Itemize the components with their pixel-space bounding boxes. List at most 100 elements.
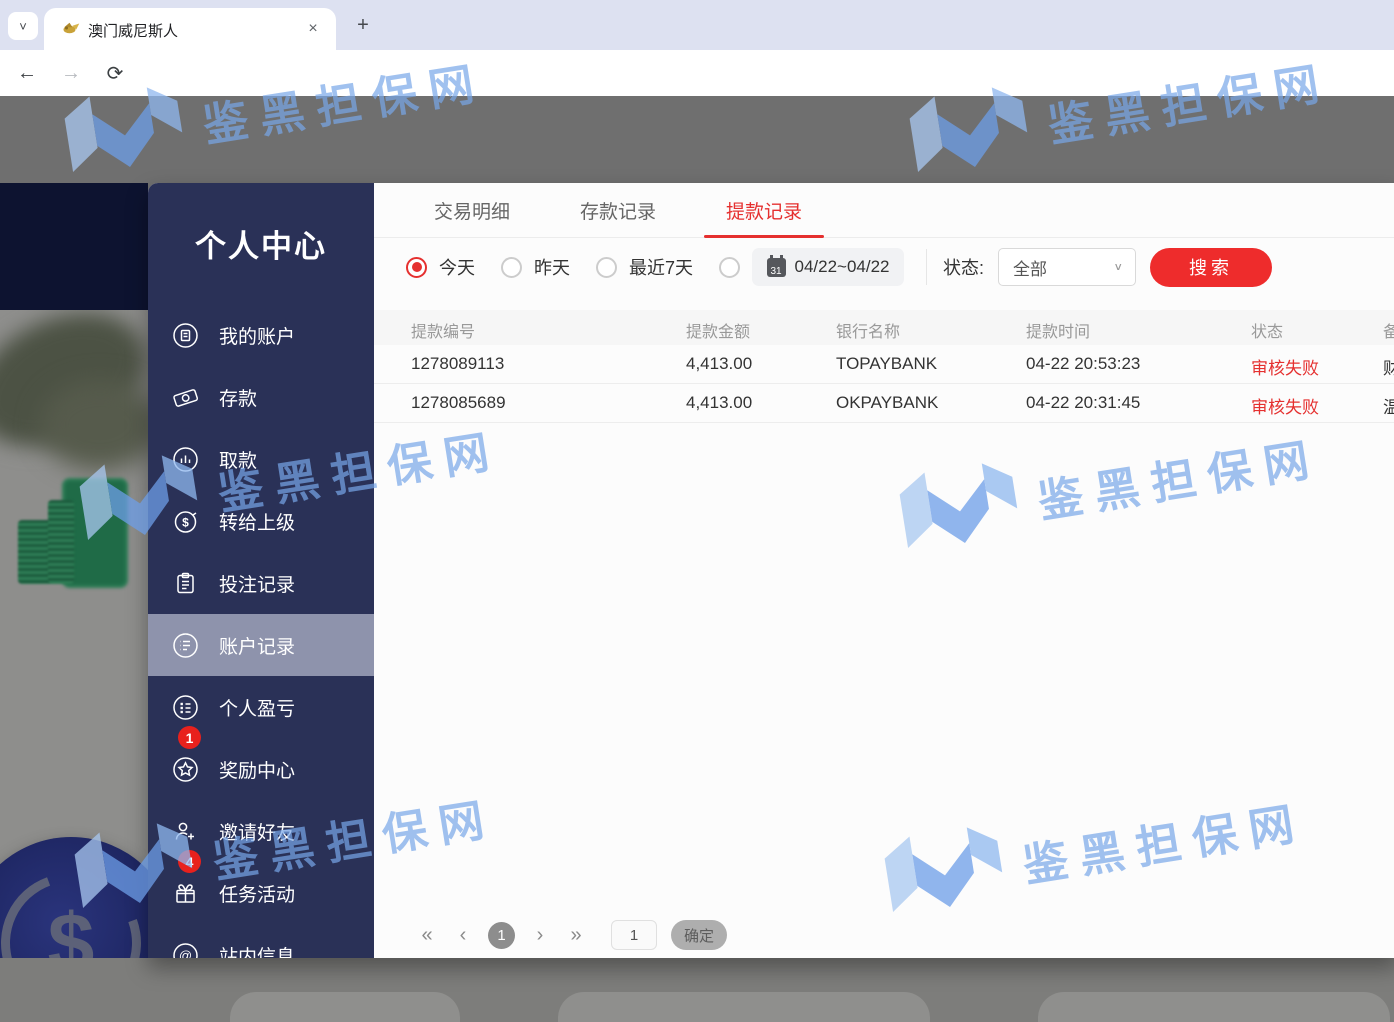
background-photo-dimmed: $ (0, 310, 148, 958)
cell-time: 04-22 20:31:45 (1026, 393, 1140, 413)
usdc-coin-image: $ (0, 837, 148, 958)
tab-close-icon[interactable]: × (302, 18, 324, 40)
first-page-button[interactable]: « (416, 924, 438, 947)
personal-center-modal: 个人中心 我的账户 存款 取款 (148, 183, 1394, 958)
table-row: 1278085689 4,413.00 OKPAYBANK 04-22 20:3… (374, 384, 1394, 423)
filter-bar: 今天 昨天 最近7天 31 04/22~04/22 状态: 全部 ∨ 搜索 (374, 239, 1394, 295)
record-tabs: 交易明细 存款记录 提款记录 (374, 183, 1394, 238)
tab-title: 澳门威尼斯人 (88, 20, 178, 41)
sidebar-item-withdraw[interactable]: 取款 (148, 428, 374, 490)
col-header-amount: 提款金额 (686, 318, 750, 342)
status-label: 状态: (943, 254, 984, 280)
sidebar-item-tasks[interactable]: 4 任务活动 (148, 862, 374, 924)
coin-stack-image (18, 520, 52, 584)
cell-time: 04-22 20:53:23 (1026, 354, 1140, 374)
screen: ˅ 澳门威尼斯人 × + ← → ⟳ 266288.cc (0, 0, 1394, 1022)
dimmed-card (230, 992, 460, 1022)
cell-bank: TOPAYBANK (836, 354, 937, 374)
sidebar-title: 个人中心 (148, 221, 374, 266)
sidebar-item-label: 投注记录 (219, 570, 295, 597)
pagination: « ‹ 1 › » 1 确定 (374, 912, 1394, 958)
next-page-button[interactable]: › (529, 924, 551, 947)
my-account-icon (172, 322, 199, 349)
sidebar-item-label: 站内信息 (219, 942, 295, 959)
radio-last7days[interactable] (596, 257, 617, 278)
sidebar-item-bet-records[interactable]: 投注记录 (148, 552, 374, 614)
sidebar-item-label: 转给上级 (219, 508, 295, 535)
current-page-button[interactable]: 1 (488, 922, 515, 949)
sidebar-item-site-messages[interactable]: @ 站内信息 (148, 924, 374, 958)
calendar-icon: 31 (767, 258, 786, 277)
cell-id: 1278089113 (411, 354, 504, 374)
profit-loss-icon (172, 694, 199, 721)
cell-id: 1278085689 (411, 393, 506, 413)
sidebar-item-rewards[interactable]: 1 奖励中心 (148, 738, 374, 800)
site-header-dimmed: 2024/04/22 21:14:46 星期一 充值 教导中心 邀请返佣 充值 (0, 96, 1394, 183)
invite-friends-icon (172, 818, 199, 845)
sidebar-item-label: 奖励中心 (219, 756, 295, 783)
sidebar-item-account-records[interactable]: 账户记录 (148, 614, 374, 676)
sidebar-item-label: 账户记录 (219, 632, 295, 659)
cell-amount: 4,413.00 (686, 354, 752, 374)
sidebar-item-label: 取款 (219, 446, 257, 473)
status-select-value: 全部 (1013, 255, 1047, 280)
radio-last7days-label: 最近7天 (629, 254, 693, 280)
radio-yesterday-label: 昨天 (534, 254, 570, 280)
dimmed-card (1038, 992, 1390, 1022)
site-favicon-lion-icon (62, 21, 80, 35)
chevron-down-icon: ∨ (1114, 261, 1124, 274)
filter-divider (926, 249, 927, 285)
tab-search-button[interactable]: ˅ (8, 12, 38, 40)
radio-yesterday[interactable] (501, 257, 522, 278)
date-range-value: 04/22~04/22 (795, 257, 890, 277)
col-header-note: 备注 (1383, 318, 1394, 342)
sidebar-item-label: 任务活动 (219, 880, 295, 907)
date-range-picker[interactable]: 31 04/22~04/22 (752, 248, 904, 286)
browser-tab[interactable]: 澳门威尼斯人 × (44, 8, 336, 50)
svg-text:@: @ (179, 948, 192, 959)
sidebar-item-deposit[interactable]: 存款 (148, 366, 374, 428)
cell-status: 审核失败 (1251, 354, 1319, 379)
browser-tab-bar: ˅ 澳门威尼斯人 × + (0, 0, 1394, 50)
sidebar-item-transfer-up[interactable]: $ 转给上级 (148, 490, 374, 552)
records-content: 交易明细 存款记录 提款记录 今天 昨天 最近7天 31 04/22~04/22… (374, 183, 1394, 958)
transfer-up-icon: $ (172, 508, 199, 535)
coin-stack-image (48, 500, 74, 584)
rewards-icon (172, 756, 199, 783)
new-tab-button[interactable]: + (350, 12, 376, 38)
col-header-bank: 银行名称 (836, 318, 900, 342)
sidebar: 个人中心 我的账户 存款 取款 (148, 183, 374, 958)
sidebar-item-my-account[interactable]: 我的账户 (148, 304, 374, 366)
withdraw-icon (172, 446, 199, 473)
svg-text:$: $ (182, 515, 189, 529)
browser-toolbar: ← → ⟳ 266288.cc (0, 50, 1394, 96)
status-select[interactable]: 全部 ∨ (998, 248, 1136, 286)
prev-page-button[interactable]: ‹ (452, 924, 474, 947)
blurred-banknote-image (40, 380, 148, 470)
radio-custom-range[interactable] (719, 257, 740, 278)
account-records-icon (172, 632, 199, 659)
sidebar-item-label: 存款 (219, 384, 257, 411)
col-header-id: 提款编号 (411, 318, 475, 342)
col-header-time: 提款时间 (1026, 318, 1090, 342)
radio-today[interactable] (406, 257, 427, 278)
sidebar-item-label: 个人盈亏 (219, 694, 295, 721)
page-confirm-button[interactable]: 确定 (671, 920, 727, 950)
last-page-button[interactable]: » (565, 924, 587, 947)
forward-icon[interactable]: → (56, 58, 86, 88)
reload-icon[interactable]: ⟳ (100, 58, 130, 88)
back-icon[interactable]: ← (12, 58, 42, 88)
tab-transaction-details[interactable]: 交易明细 (424, 183, 520, 238)
cell-amount: 4,413.00 (686, 393, 752, 413)
dimmed-page-bottom (0, 958, 1394, 1022)
table-row: 1278089113 4,413.00 TOPAYBANK 04-22 20:5… (374, 345, 1394, 384)
tasks-icon (172, 880, 199, 907)
search-button[interactable]: 搜索 (1150, 248, 1272, 287)
page-number-input[interactable]: 1 (611, 920, 657, 950)
cell-status: 审核失败 (1251, 393, 1319, 418)
tab-withdraw-records[interactable]: 提款记录 (716, 183, 812, 238)
tab-deposit-records[interactable]: 存款记录 (570, 183, 666, 238)
bet-records-icon (172, 570, 199, 597)
sidebar-item-label: 邀请好友 (219, 818, 295, 845)
sidebar-item-label: 我的账户 (219, 322, 295, 349)
